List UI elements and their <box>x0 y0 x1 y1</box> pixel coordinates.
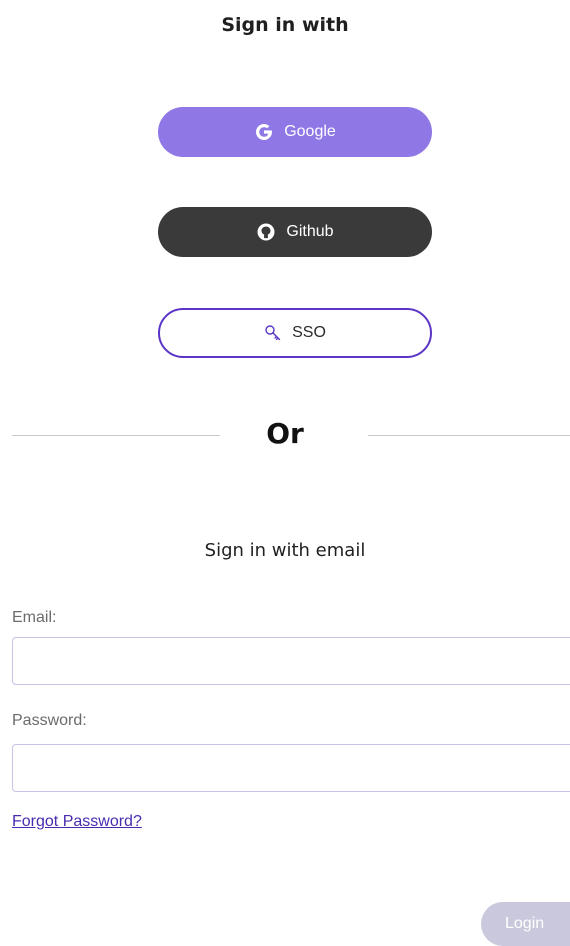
password-label: Password: <box>12 712 87 729</box>
google-sign-in-button[interactable]: Google <box>158 107 432 157</box>
google-button-label: Google <box>284 123 336 140</box>
github-icon <box>256 222 276 242</box>
sign-in-heading: Sign in with <box>221 14 349 36</box>
google-icon <box>254 122 274 142</box>
sso-button-label: SSO <box>292 324 326 341</box>
divider-text: Or <box>266 417 304 450</box>
login-button[interactable]: Login <box>481 902 570 946</box>
email-field[interactable] <box>12 637 570 685</box>
divider-line-right <box>368 435 570 436</box>
forgot-password-link[interactable]: Forgot Password? <box>12 813 142 831</box>
password-field[interactable] <box>12 744 570 792</box>
email-label: Email: <box>12 609 57 626</box>
github-button-label: Github <box>286 223 334 240</box>
github-sign-in-button[interactable]: Github <box>158 207 432 257</box>
login-page: Sign in with Google Github SSO Or Sign i… <box>0 0 570 946</box>
sso-sign-in-button[interactable]: SSO <box>158 308 432 358</box>
email-sign-in-heading: Sign in with email <box>204 540 366 561</box>
key-icon <box>264 324 282 342</box>
